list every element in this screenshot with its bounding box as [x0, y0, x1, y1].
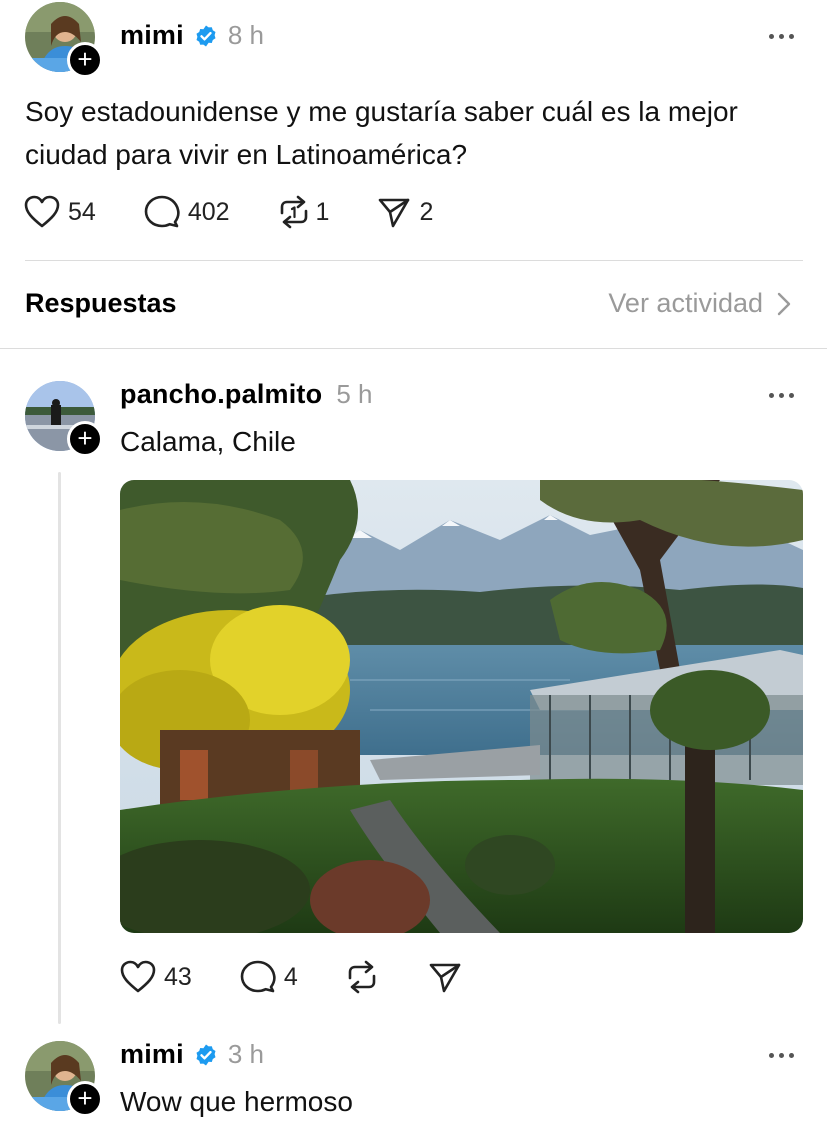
like-button[interactable]: 43 [120, 960, 192, 994]
thread-line [58, 472, 61, 1024]
view-activity-label: Ver actividad [608, 288, 763, 318]
post-header: mimi 8 h [120, 20, 264, 51]
like-count: 43 [164, 962, 192, 991]
reply-username[interactable]: mimi [120, 1039, 184, 1070]
repost-button[interactable]: 1 [276, 195, 330, 229]
lake-landscape-image [120, 480, 803, 933]
reply-avatar[interactable]: + [25, 1041, 103, 1117]
follow-plus-icon[interactable]: + [67, 42, 103, 78]
reply-actions: 43 4 [120, 960, 462, 994]
comment-count: 402 [187, 197, 230, 226]
post-avatar[interactable]: + [25, 2, 103, 78]
share-button[interactable]: 2 [377, 195, 433, 229]
verified-badge-icon [196, 25, 216, 46]
comment-bubble-icon [144, 195, 180, 228]
chevron-right-icon [777, 292, 791, 315]
repost-count: 1 [315, 197, 330, 226]
more-dots-icon[interactable] [769, 1053, 794, 1058]
verified-badge-icon [196, 1044, 216, 1065]
reply-text: Calama, Chile [120, 426, 296, 457]
like-button[interactable]: 54 [24, 195, 96, 229]
reply-text: Wow que hermoso [120, 1086, 353, 1117]
follow-plus-icon[interactable]: + [67, 421, 103, 457]
reply-time: 3 h [227, 1039, 264, 1069]
share-button[interactable] [428, 960, 462, 994]
reply-header: pancho.palmito 5 h [120, 379, 372, 410]
follow-plus-icon[interactable]: + [67, 1081, 103, 1117]
more-dots-icon[interactable] [769, 393, 794, 398]
share-count: 2 [419, 197, 434, 226]
post-username[interactable]: mimi [120, 20, 184, 51]
comment-button[interactable]: 402 [144, 195, 230, 229]
post-actions: 54 402 1 2 [24, 195, 433, 229]
heart-icon [120, 960, 156, 993]
heart-icon [24, 195, 60, 228]
view-activity-link[interactable]: Ver actividad [608, 288, 791, 319]
more-dots-icon[interactable] [769, 34, 794, 39]
send-icon [429, 963, 461, 993]
post-time: 8 h [227, 20, 264, 50]
replies-title: Respuestas [25, 288, 177, 318]
repost-button[interactable] [344, 960, 380, 994]
post-text: Soy estadounidense y me gustaría saber c… [25, 96, 738, 170]
reply-time: 5 h [336, 379, 373, 409]
comment-bubble-icon [240, 960, 276, 993]
reply-avatar[interactable]: + [25, 381, 103, 457]
divider [0, 348, 827, 349]
divider [25, 260, 803, 261]
reply-header: mimi 3 h [120, 1039, 264, 1070]
comment-button[interactable]: 4 [240, 960, 298, 994]
repost-icon [280, 195, 307, 229]
comment-count: 4 [283, 962, 298, 991]
send-icon [379, 198, 410, 228]
like-count: 54 [68, 197, 96, 226]
reply-photo[interactable] [120, 480, 803, 933]
repost-icon [348, 960, 376, 994]
reply-username[interactable]: pancho.palmito [120, 379, 322, 410]
